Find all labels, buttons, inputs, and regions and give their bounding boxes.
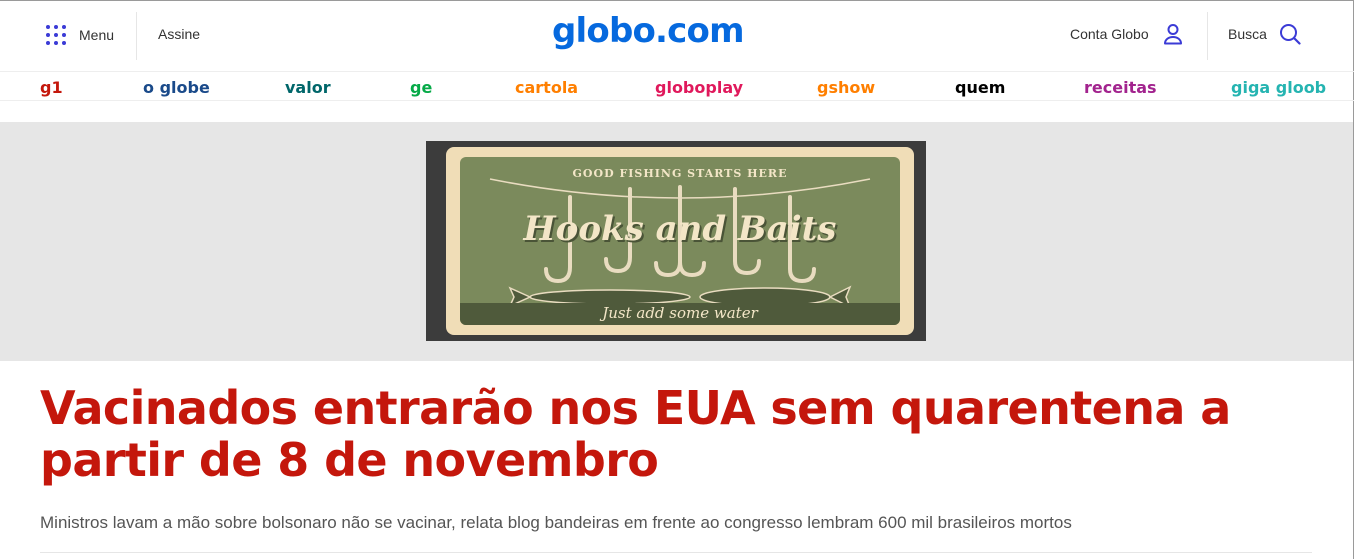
site-header: Menu Assine globo.com Conta Globo Busca (0, 1, 1354, 71)
grid-dots-icon (46, 25, 66, 45)
menu-label: Menu (79, 27, 115, 43)
search-button[interactable]: Busca (1228, 23, 1301, 45)
nav-item-quem[interactable]: quem (955, 78, 1005, 97)
account-button[interactable]: Conta Globo (1070, 23, 1183, 45)
ad-card: GOOD FISHING STARTS HERE Hooks and Baits… (446, 147, 914, 335)
ad-footer-text: Just add some water (602, 304, 758, 322)
nav-divider (0, 100, 1354, 101)
ad-title: Hooks and Baits (523, 209, 837, 249)
related-subhead[interactable]: Ministros lavam a mão sobre bolsonaro nã… (40, 513, 1320, 533)
search-icon (1279, 23, 1301, 45)
article-divider (40, 552, 1312, 553)
nav-item-giga-gloob[interactable]: giga gloob (1231, 78, 1326, 97)
headline-link[interactable]: Vacinados entrarão nos EUA sem quarenten… (40, 382, 1320, 486)
nav-item-ge[interactable]: ge (410, 78, 432, 97)
nav-item-gshow[interactable]: gshow (817, 78, 875, 97)
user-icon (1163, 23, 1183, 45)
globo-logo[interactable]: globo.com (552, 11, 745, 51)
menu-button[interactable]: Menu (46, 23, 114, 47)
header-divider (136, 12, 137, 60)
header-divider (1207, 12, 1208, 60)
nav-item-o-globe[interactable]: o globe (143, 78, 210, 97)
nav-item-valor[interactable]: valor (285, 78, 331, 97)
portal-nav: g1 o globe valor ge cartola globoplay gs… (0, 72, 1354, 100)
search-label: Busca (1228, 26, 1267, 42)
advertisement[interactable]: GOOD FISHING STARTS HERE Hooks and Baits… (426, 141, 926, 341)
nav-item-cartola[interactable]: cartola (515, 78, 578, 97)
nav-item-receitas[interactable]: receitas (1084, 78, 1157, 97)
nav-item-globoplay[interactable]: globoplay (655, 78, 743, 97)
account-label: Conta Globo (1070, 26, 1149, 42)
nav-item-g1[interactable]: g1 (40, 78, 63, 97)
assine-link[interactable]: Assine (158, 26, 200, 42)
ad-poster: GOOD FISHING STARTS HERE Hooks and Baits… (460, 157, 900, 325)
